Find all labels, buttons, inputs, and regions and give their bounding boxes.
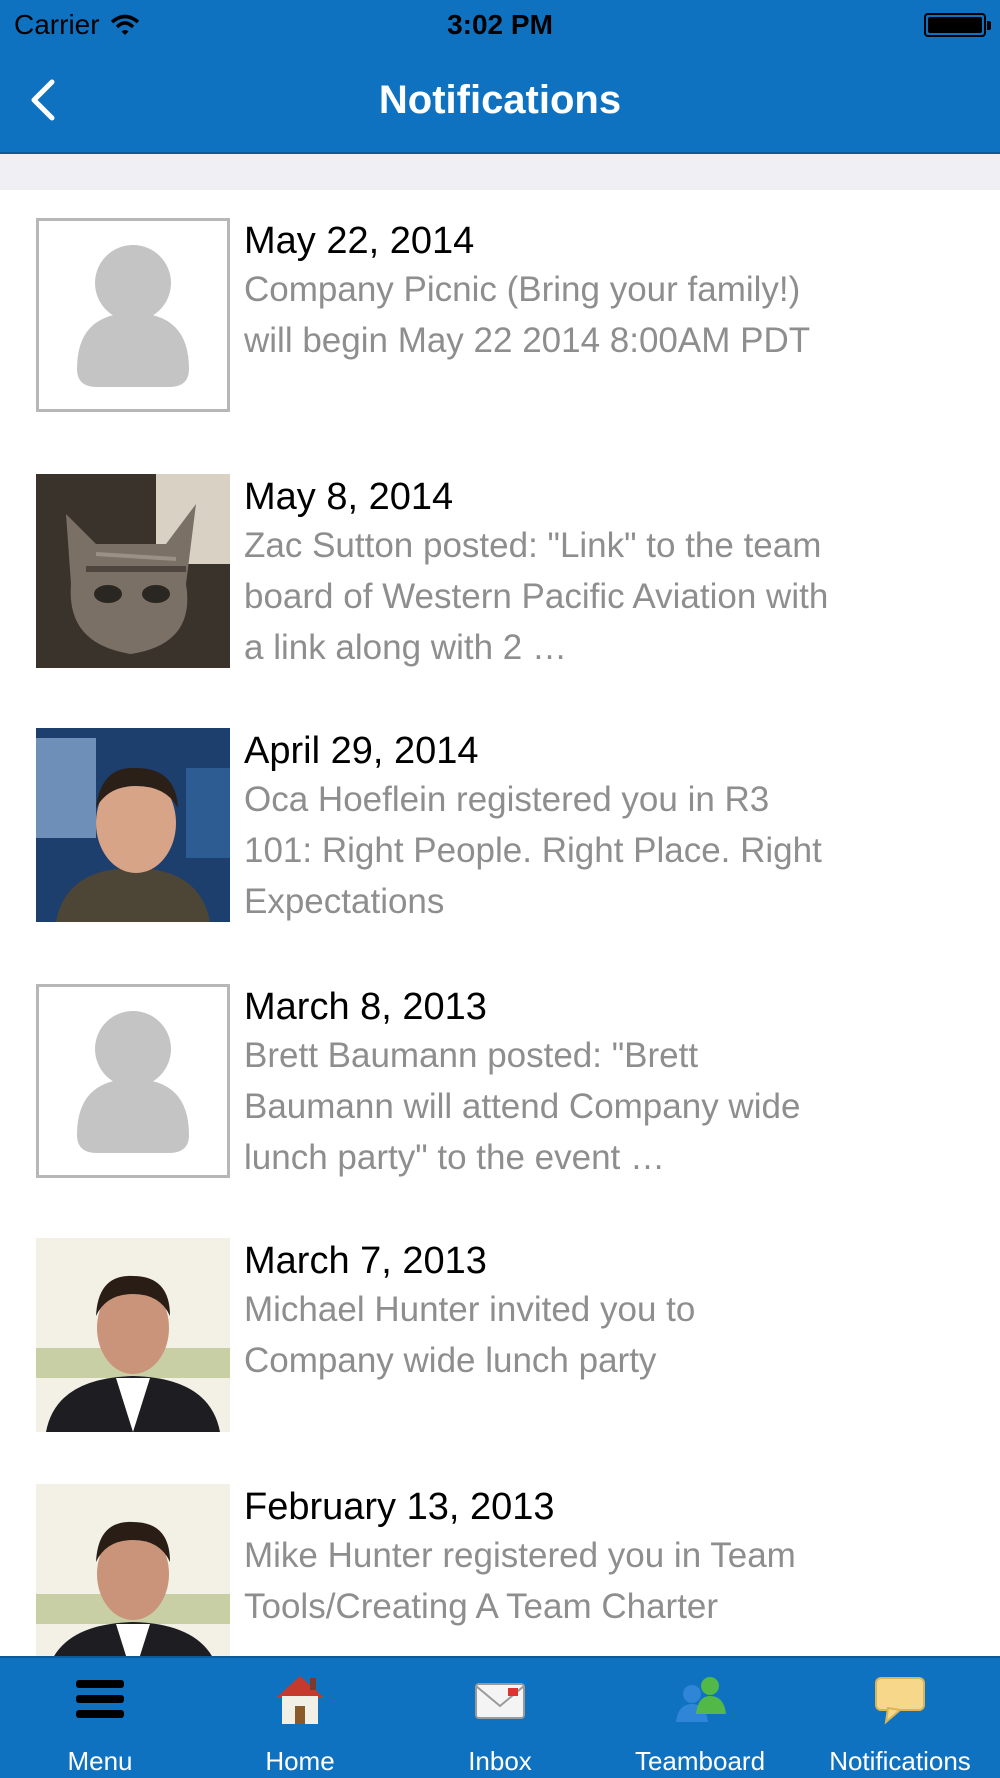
cat-photo-icon (36, 474, 230, 668)
notification-text: Brett Baumann posted: "Brett Baumann wil… (244, 1036, 801, 1177)
person-silhouette-icon (77, 245, 189, 387)
tab-notifications[interactable]: Notifications (800, 1658, 1000, 1778)
notification-item[interactable]: April 29, 2014 Oca Hoeflein registered y… (0, 728, 1000, 978)
speech-bubble-icon (875, 1677, 925, 1725)
avatar-placeholder (36, 984, 230, 1178)
notification-date: February 13, 2013 (244, 1486, 555, 1528)
notification-date: April 29, 2014 (244, 730, 479, 772)
tab-label: Notifications (829, 1746, 971, 1776)
people-icon (676, 1677, 726, 1722)
notification-date: May 8, 2014 (244, 476, 454, 518)
notification-text: Mike Hunter registered you in Team Tools… (244, 1536, 796, 1626)
home-icon (276, 1676, 324, 1724)
tab-label: Inbox (468, 1746, 532, 1776)
avatar-photo (36, 1238, 230, 1432)
avatar-placeholder (36, 218, 230, 412)
notification-date: March 8, 2013 (244, 986, 487, 1028)
notifications-list[interactable]: May 22, 2014 Company Picnic (Bring your … (0, 190, 1000, 1656)
navigation-bar: Carrier 3:02 PM Notifications (0, 0, 1000, 154)
notification-item[interactable]: May 8, 2014 Zac Sutton posted: "Link" to… (0, 474, 1000, 724)
man-photo-icon (36, 728, 230, 922)
envelope-icon (475, 1683, 525, 1719)
clock: 3:02 PM (447, 9, 553, 40)
notification-item[interactable]: February 13, 2013 Mike Hunter registered… (0, 1484, 1000, 1656)
notification-date: March 7, 2013 (244, 1240, 487, 1282)
notification-text: Zac Sutton posted: "Link" to the team bo… (244, 526, 829, 667)
suit-man-photo-icon (36, 1484, 230, 1656)
notification-text: Oca Hoeflein registered you in R3 101: R… (244, 780, 822, 921)
header-divider (0, 154, 1000, 190)
notification-item[interactable]: March 7, 2013 Michael Hunter invited you… (0, 1238, 1000, 1488)
person-silhouette-icon (77, 1011, 189, 1153)
tab-label: Menu (67, 1746, 133, 1776)
battery-icon (924, 13, 991, 37)
status-bar: Carrier 3:02 PM (0, 0, 1000, 50)
avatar-photo (36, 1484, 230, 1656)
menu-icon (76, 1680, 124, 1718)
tab-bar: Menu Home Inbox Teamboard Notifications (0, 1656, 1000, 1778)
suit-man-photo-icon (36, 1238, 230, 1432)
tab-teamboard[interactable]: Teamboard (600, 1658, 800, 1778)
page-title: Notifications (378, 78, 622, 122)
notification-item[interactable]: March 8, 2013 Brett Baumann posted: "Bre… (0, 984, 1000, 1234)
notification-text: Company Picnic (Bring your family!) will… (244, 270, 811, 360)
tab-label: Home (265, 1746, 335, 1776)
tab-inbox[interactable]: Inbox (400, 1658, 600, 1778)
notification-text: Michael Hunter invited you to Company wi… (244, 1290, 696, 1380)
avatar-photo (36, 474, 230, 668)
notification-item[interactable]: May 22, 2014 Company Picnic (Bring your … (0, 218, 1000, 468)
tab-home[interactable]: Home (200, 1658, 400, 1778)
notification-date: May 22, 2014 (244, 220, 475, 262)
tab-menu[interactable]: Menu (0, 1658, 200, 1778)
avatar-photo (36, 728, 230, 922)
tab-label: Teamboard (634, 1746, 766, 1776)
